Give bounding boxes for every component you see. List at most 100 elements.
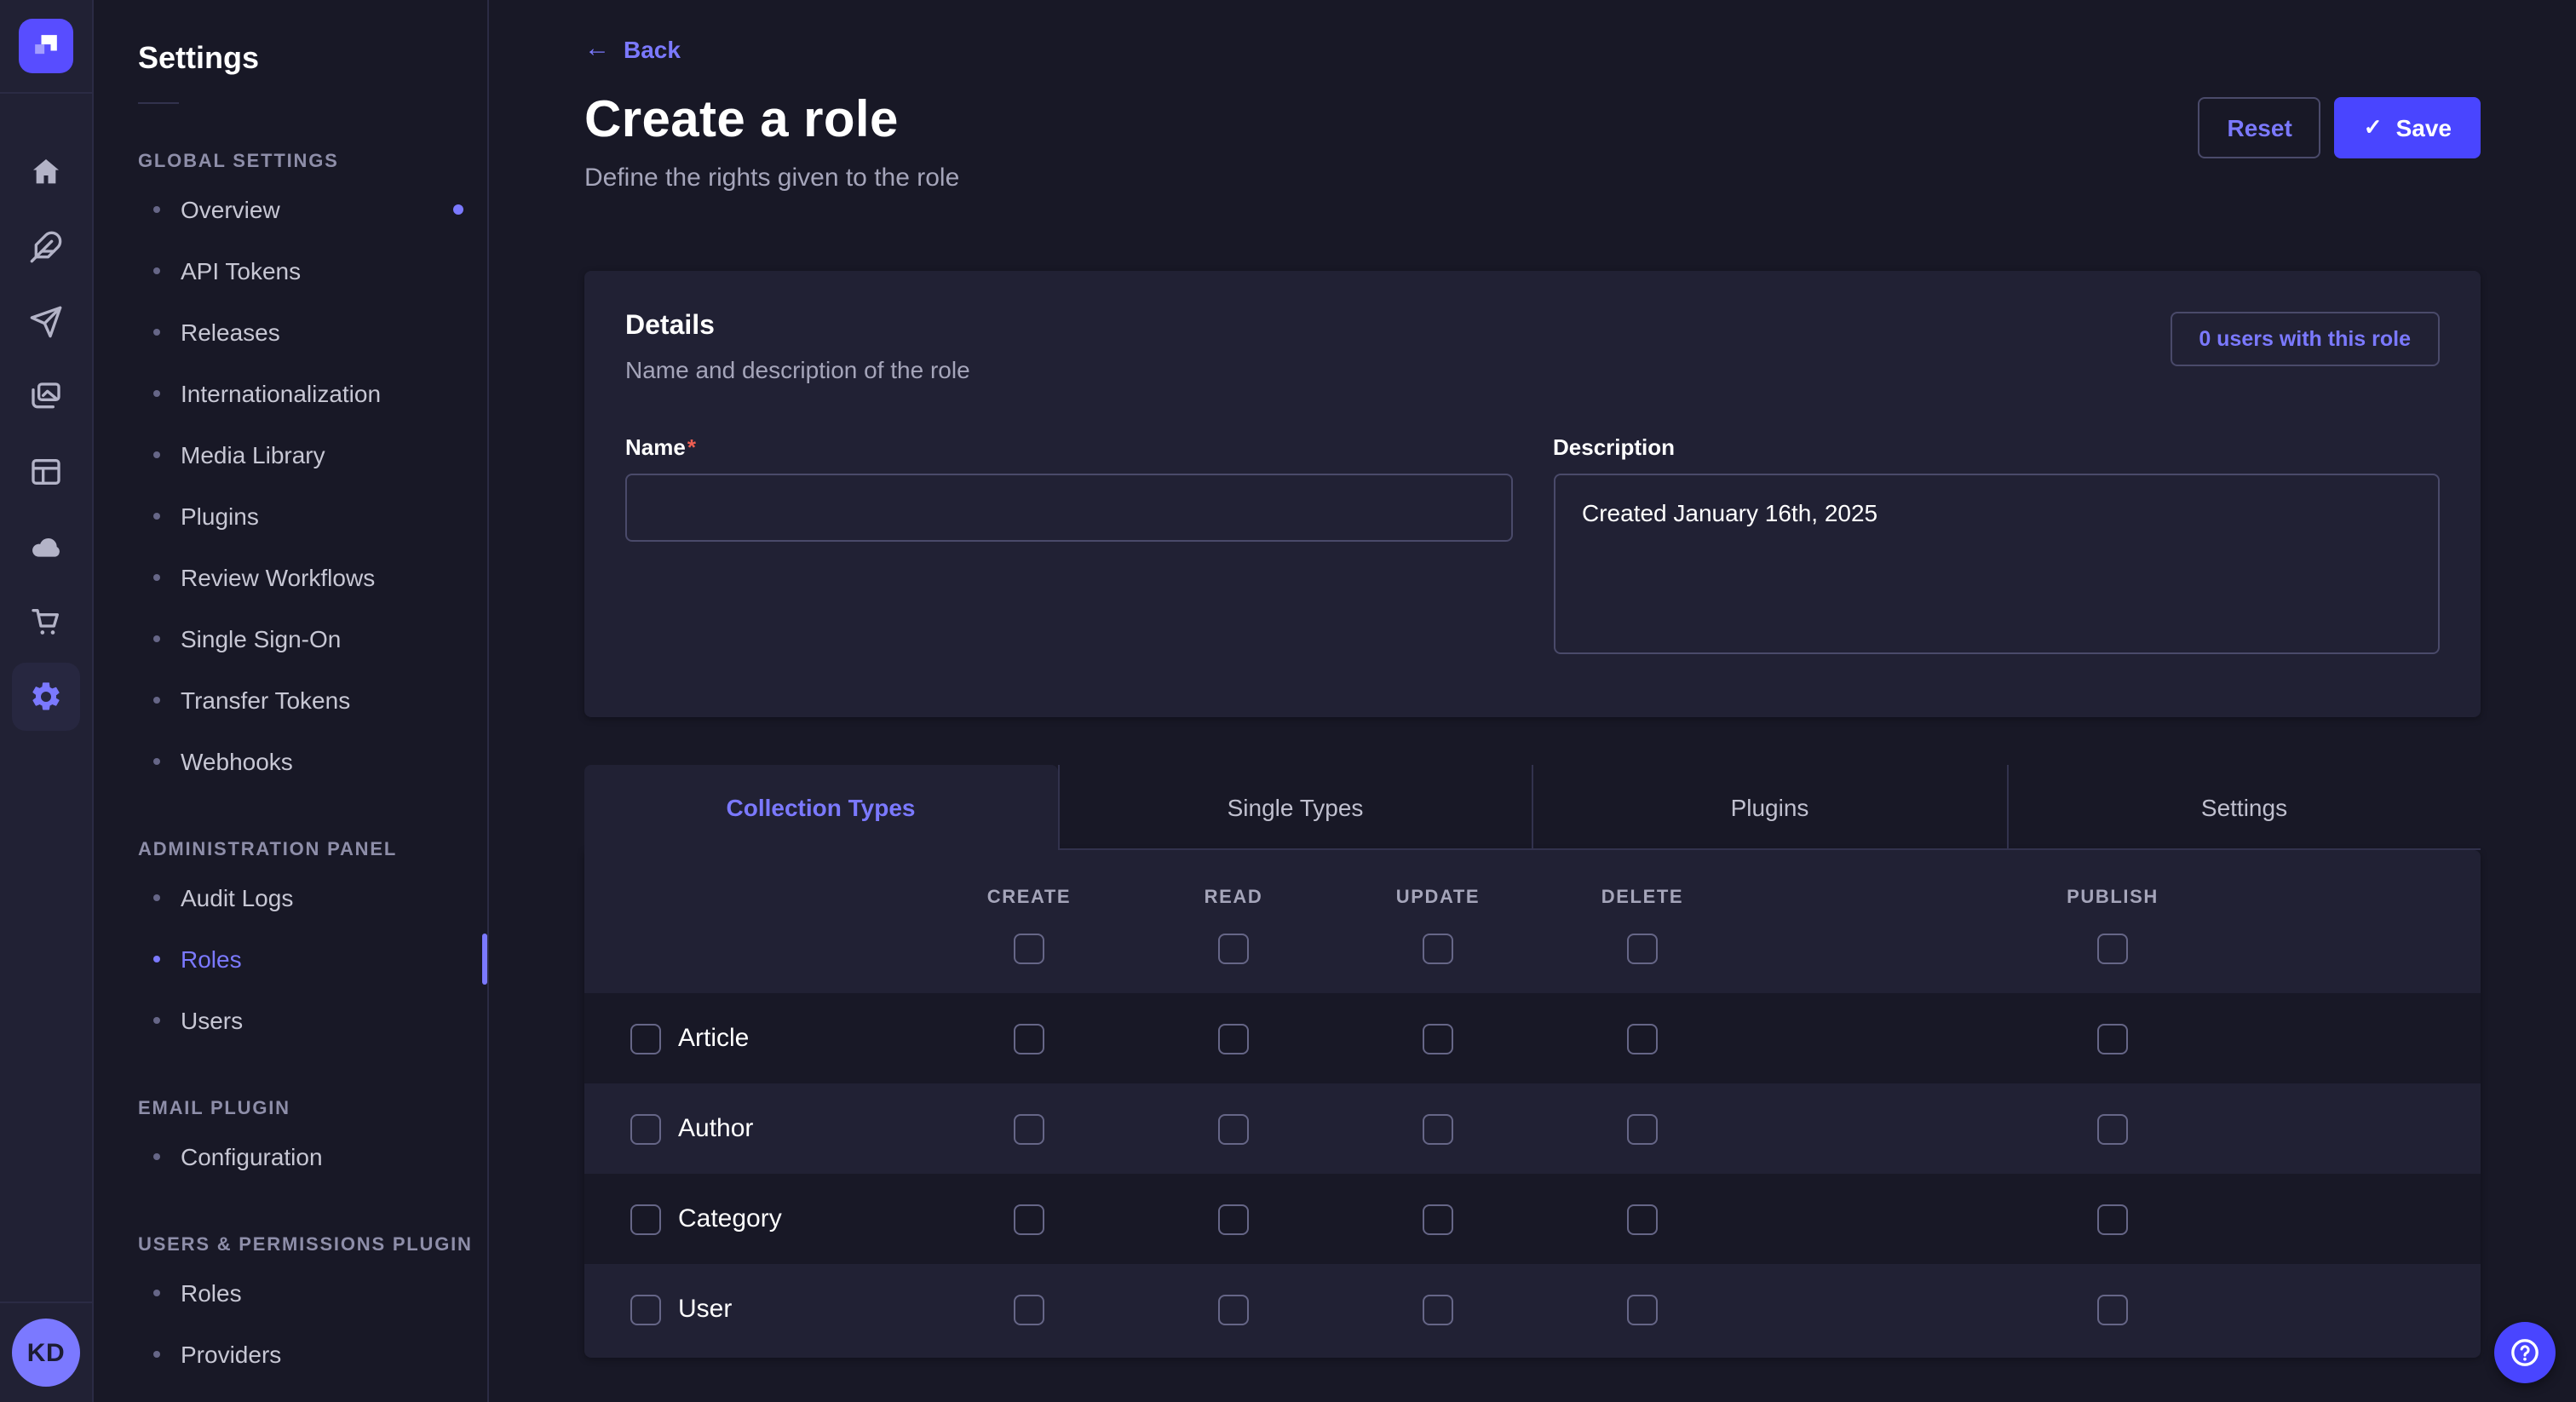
- users-with-role-button[interactable]: 0 users with this role: [2170, 312, 2440, 366]
- feather-icon[interactable]: [12, 213, 80, 281]
- row-select-checkbox[interactable]: [630, 1294, 661, 1324]
- tab-plugins[interactable]: Plugins: [1532, 765, 2006, 850]
- sidebar-item-label: Plugins: [181, 503, 259, 530]
- row-select-checkbox[interactable]: [630, 1113, 661, 1144]
- gear-icon[interactable]: [12, 663, 80, 731]
- name-input[interactable]: [625, 474, 1512, 542]
- sidebar-item-providers[interactable]: Providers: [94, 1324, 487, 1385]
- save-button[interactable]: ✓ Save: [2335, 97, 2481, 158]
- author-create-checkbox[interactable]: [1014, 1113, 1044, 1144]
- user-update-checkbox[interactable]: [1423, 1294, 1453, 1324]
- sidebar-title-rule: [138, 102, 179, 104]
- sidebar-item-transfer-tokens[interactable]: Transfer Tokens: [94, 669, 487, 731]
- bullet-icon: [153, 451, 160, 458]
- reset-button[interactable]: Reset: [2199, 97, 2321, 158]
- sidebar-item-roles[interactable]: Roles: [94, 928, 487, 990]
- sidebar-item-plugins[interactable]: Plugins: [94, 486, 487, 547]
- strapi-logo-icon[interactable]: [19, 19, 73, 73]
- permissions-rows: Article Author Category User: [584, 993, 2481, 1354]
- row-label: Author: [678, 1114, 753, 1143]
- column-checkbox-cell: [1540, 934, 1745, 964]
- article-create-checkbox[interactable]: [1014, 1023, 1044, 1054]
- bullet-icon: [153, 329, 160, 336]
- home-icon[interactable]: [12, 138, 80, 206]
- author-read-checkbox[interactable]: [1218, 1113, 1249, 1144]
- avatar[interactable]: KD: [12, 1319, 80, 1387]
- author-publish-checkbox[interactable]: [2097, 1113, 2128, 1144]
- sidebar-item-audit-logs[interactable]: Audit Logs: [94, 867, 487, 928]
- article-update-checkbox[interactable]: [1423, 1023, 1453, 1054]
- sidebar-item-label: Releases: [181, 319, 280, 346]
- select-all-publish-checkbox[interactable]: [2097, 934, 2128, 964]
- back-arrow-icon: ←: [584, 36, 610, 61]
- column-header-read: READ: [1131, 888, 1336, 908]
- article-delete-checkbox[interactable]: [1627, 1023, 1658, 1054]
- tab-collection-types[interactable]: Collection Types: [584, 765, 1057, 850]
- details-fields: Name* Description Created January 16th, …: [625, 434, 2440, 663]
- question-mark-icon: [2508, 1336, 2542, 1370]
- sidebar-item-media-library[interactable]: Media Library: [94, 424, 487, 486]
- sidebar-item-label: Webhooks: [181, 748, 293, 775]
- select-all-read-checkbox[interactable]: [1218, 934, 1249, 964]
- sidebar-item-review-workflows[interactable]: Review Workflows: [94, 547, 487, 608]
- bullet-icon: [153, 956, 160, 962]
- column-checkbox-cell: [1131, 934, 1336, 964]
- cloud-icon[interactable]: [12, 513, 80, 581]
- bullet-icon: [153, 1290, 160, 1296]
- row-label-cell: Category: [584, 1204, 927, 1234]
- select-all-update-checkbox[interactable]: [1423, 934, 1453, 964]
- select-all-create-checkbox[interactable]: [1014, 934, 1044, 964]
- row-select-checkbox[interactable]: [630, 1023, 661, 1054]
- sidebar-item-internationalization[interactable]: Internationalization: [94, 363, 487, 424]
- tab-settings[interactable]: Settings: [2006, 765, 2481, 850]
- check-icon: ✓: [2364, 114, 2383, 141]
- sidebar-item-label: Media Library: [181, 441, 325, 468]
- category-delete-checkbox[interactable]: [1627, 1204, 1658, 1234]
- category-create-checkbox[interactable]: [1014, 1204, 1044, 1234]
- column-header-update: UPDATE: [1336, 888, 1540, 908]
- sidebar-item-overview[interactable]: Overview: [94, 179, 487, 240]
- bullet-icon: [153, 894, 160, 901]
- tab-single-types[interactable]: Single Types: [1057, 765, 1532, 850]
- bullet-icon: [153, 1017, 160, 1024]
- sidebar-item-users[interactable]: Users: [94, 990, 487, 1051]
- help-button[interactable]: [2494, 1322, 2556, 1383]
- user-read-checkbox[interactable]: [1218, 1294, 1249, 1324]
- row-label: Article: [678, 1024, 749, 1053]
- user-create-checkbox[interactable]: [1014, 1294, 1044, 1324]
- sidebar-item-releases[interactable]: Releases: [94, 302, 487, 363]
- sidebar-section-label: USERS & PERMISSIONS PLUGIN: [94, 1228, 487, 1262]
- sidebar-item-roles[interactable]: Roles: [94, 1262, 487, 1324]
- row-label-cell: Author: [584, 1113, 927, 1144]
- sidebar-item-webhooks[interactable]: Webhooks: [94, 731, 487, 792]
- sidebar-item-configuration[interactable]: Configuration: [94, 1126, 487, 1187]
- back-link[interactable]: ← Back: [584, 35, 681, 62]
- category-read-checkbox[interactable]: [1218, 1204, 1249, 1234]
- sidebar-item-single-sign-on[interactable]: Single Sign-On: [94, 608, 487, 669]
- permission-cell: [1131, 1204, 1336, 1234]
- author-update-checkbox[interactable]: [1423, 1113, 1453, 1144]
- sidebar-item-api-tokens[interactable]: API Tokens: [94, 240, 487, 302]
- column-labels: CREATEREADUPDATEDELETEPUBLISH: [584, 888, 2481, 908]
- description-field-group: Description Created January 16th, 2025: [1553, 434, 2440, 663]
- category-publish-checkbox[interactable]: [2097, 1204, 2128, 1234]
- author-delete-checkbox[interactable]: [1627, 1113, 1658, 1144]
- spacer: [584, 934, 927, 964]
- select-all-delete-checkbox[interactable]: [1627, 934, 1658, 964]
- images-icon[interactable]: [12, 363, 80, 431]
- category-update-checkbox[interactable]: [1423, 1204, 1453, 1234]
- permission-cell: [1336, 1204, 1540, 1234]
- bullet-icon: [153, 1153, 160, 1160]
- layout-icon[interactable]: [12, 438, 80, 506]
- user-publish-checkbox[interactable]: [2097, 1294, 2128, 1324]
- paper-plane-icon[interactable]: [12, 288, 80, 356]
- back-label: Back: [624, 35, 681, 62]
- article-read-checkbox[interactable]: [1218, 1023, 1249, 1054]
- user-delete-checkbox[interactable]: [1627, 1294, 1658, 1324]
- row-select-checkbox[interactable]: [630, 1204, 661, 1234]
- cart-icon[interactable]: [12, 588, 80, 656]
- article-publish-checkbox[interactable]: [2097, 1023, 2128, 1054]
- row-label: User: [678, 1295, 732, 1324]
- permission-row-article: Article: [584, 993, 2481, 1083]
- description-textarea[interactable]: Created January 16th, 2025: [1553, 474, 2440, 654]
